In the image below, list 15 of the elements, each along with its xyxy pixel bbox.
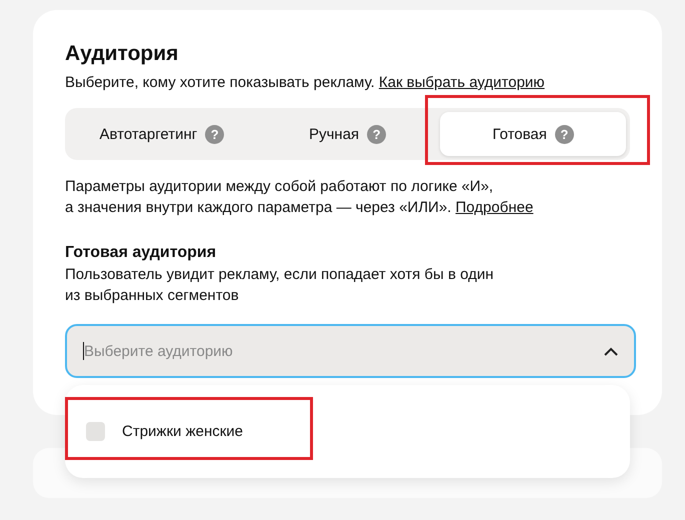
audience-heading: Готовая аудитория — [65, 244, 218, 262]
audience-select[interactable]: Выберите аудиторию — [65, 324, 636, 378]
logic-note: Параметры аудитории между собой работают по логике «И», а значения внутри каждого параметра — через «ИЛИ». Подробнее — [65, 177, 534, 218]
audience-description: Пользователь увидит рекламу, если попадает хотя бы в один из выбранных сегментов — [65, 265, 495, 306]
section-subtitle: Выберите, кому хотите показывать рекламу. Как выбрать аудиторию — [65, 73, 546, 93]
checkbox[interactable] — [86, 422, 105, 441]
section-title: Аудитория — [65, 42, 180, 66]
audience-tab[interactable]: Ручная ? — [254, 112, 440, 156]
more-link[interactable]: Подробнее — [456, 199, 534, 216]
help-link[interactable]: Как выбрать аудиторию — [378, 74, 545, 91]
audience-tab[interactable]: Автотаргетинг ? — [69, 112, 255, 156]
chevron-icon — [604, 346, 618, 356]
dropdown-option[interactable]: Стрижки женские — [86, 422, 244, 441]
audience-tab[interactable]: Готовая ? — [440, 112, 626, 156]
input-field[interactable]: Выберите аудиторию — [84, 342, 604, 360]
